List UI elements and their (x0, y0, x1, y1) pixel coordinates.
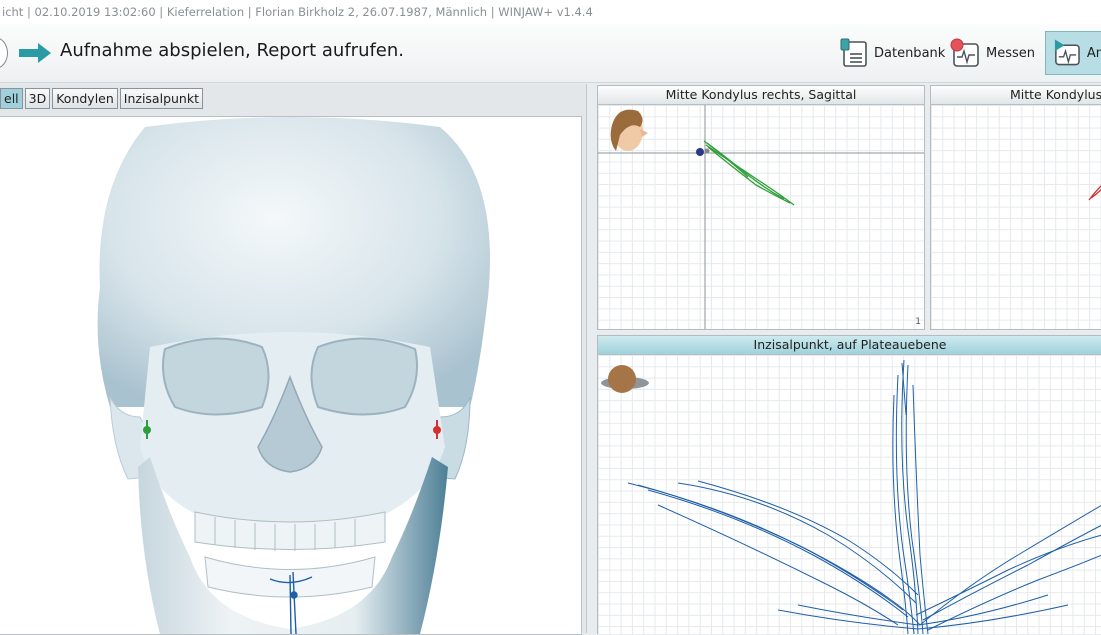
plot-title: Inzisalpunkt, auf Plateauebene (598, 336, 1101, 355)
plot-incisal-point[interactable]: Inzisalpunkt, auf Plateauebene (597, 335, 1101, 634)
skull-model[interactable] (0, 117, 581, 634)
tab-3d[interactable]: 3D (24, 88, 51, 109)
head-top-icon (601, 365, 649, 393)
plot-page-number: 1 (915, 317, 921, 327)
plot-grid (931, 105, 1101, 329)
model-pane: ell 3D Kondylen Inzisalpunkt (0, 84, 587, 635)
analysis-icon (1054, 39, 1080, 66)
condyle-trace-red (1088, 185, 1101, 201)
plot-title: Mitte Kondylus (931, 86, 1101, 105)
measure-icon (950, 38, 979, 67)
incisal-trace-blue (627, 359, 1101, 634)
head-profile-icon (610, 109, 648, 151)
view-tabs: ell 3D Kondylen Inzisalpunkt (0, 88, 205, 110)
tab-incisal-point[interactable]: Inzisalpunkt (119, 88, 203, 109)
toolbar: Aufnahme abspielen, Report aufrufen. Dat… (0, 24, 1101, 83)
analysis-button[interactable]: An (1045, 31, 1101, 75)
back-button[interactable] (0, 37, 8, 69)
window-title: icht | 02.10.2019 13:02:60 | Kieferrelat… (0, 0, 1101, 24)
skull-3d-viewport[interactable] (0, 116, 582, 635)
plot-condyle-left-sagittal[interactable]: Mitte Kondylus (930, 85, 1101, 330)
measure-button[interactable]: Messen (948, 34, 1035, 72)
measure-button-label: Messen (986, 45, 1035, 61)
arrow-right-icon (19, 43, 51, 63)
plot-condyle-right-sagittal[interactable]: Mitte Kondylus rechts, Sagittal 1 (597, 85, 925, 330)
database-button[interactable]: Datenbank (838, 34, 945, 72)
database-button-label: Datenbank (874, 45, 946, 61)
condyle-start-marker (696, 148, 704, 156)
tab-model[interactable]: ell (0, 88, 23, 109)
tab-condyles[interactable]: Kondylen (52, 88, 118, 109)
plot-grid: 1 (598, 105, 924, 329)
database-icon (840, 38, 867, 67)
instruction-text: Aufnahme abspielen, Report aufrufen. (60, 40, 405, 61)
condyle-trace-green (703, 140, 795, 206)
plot-grid (598, 355, 1101, 634)
analysis-button-label: An (1086, 45, 1101, 61)
plot-title: Mitte Kondylus rechts, Sagittal (598, 86, 924, 105)
